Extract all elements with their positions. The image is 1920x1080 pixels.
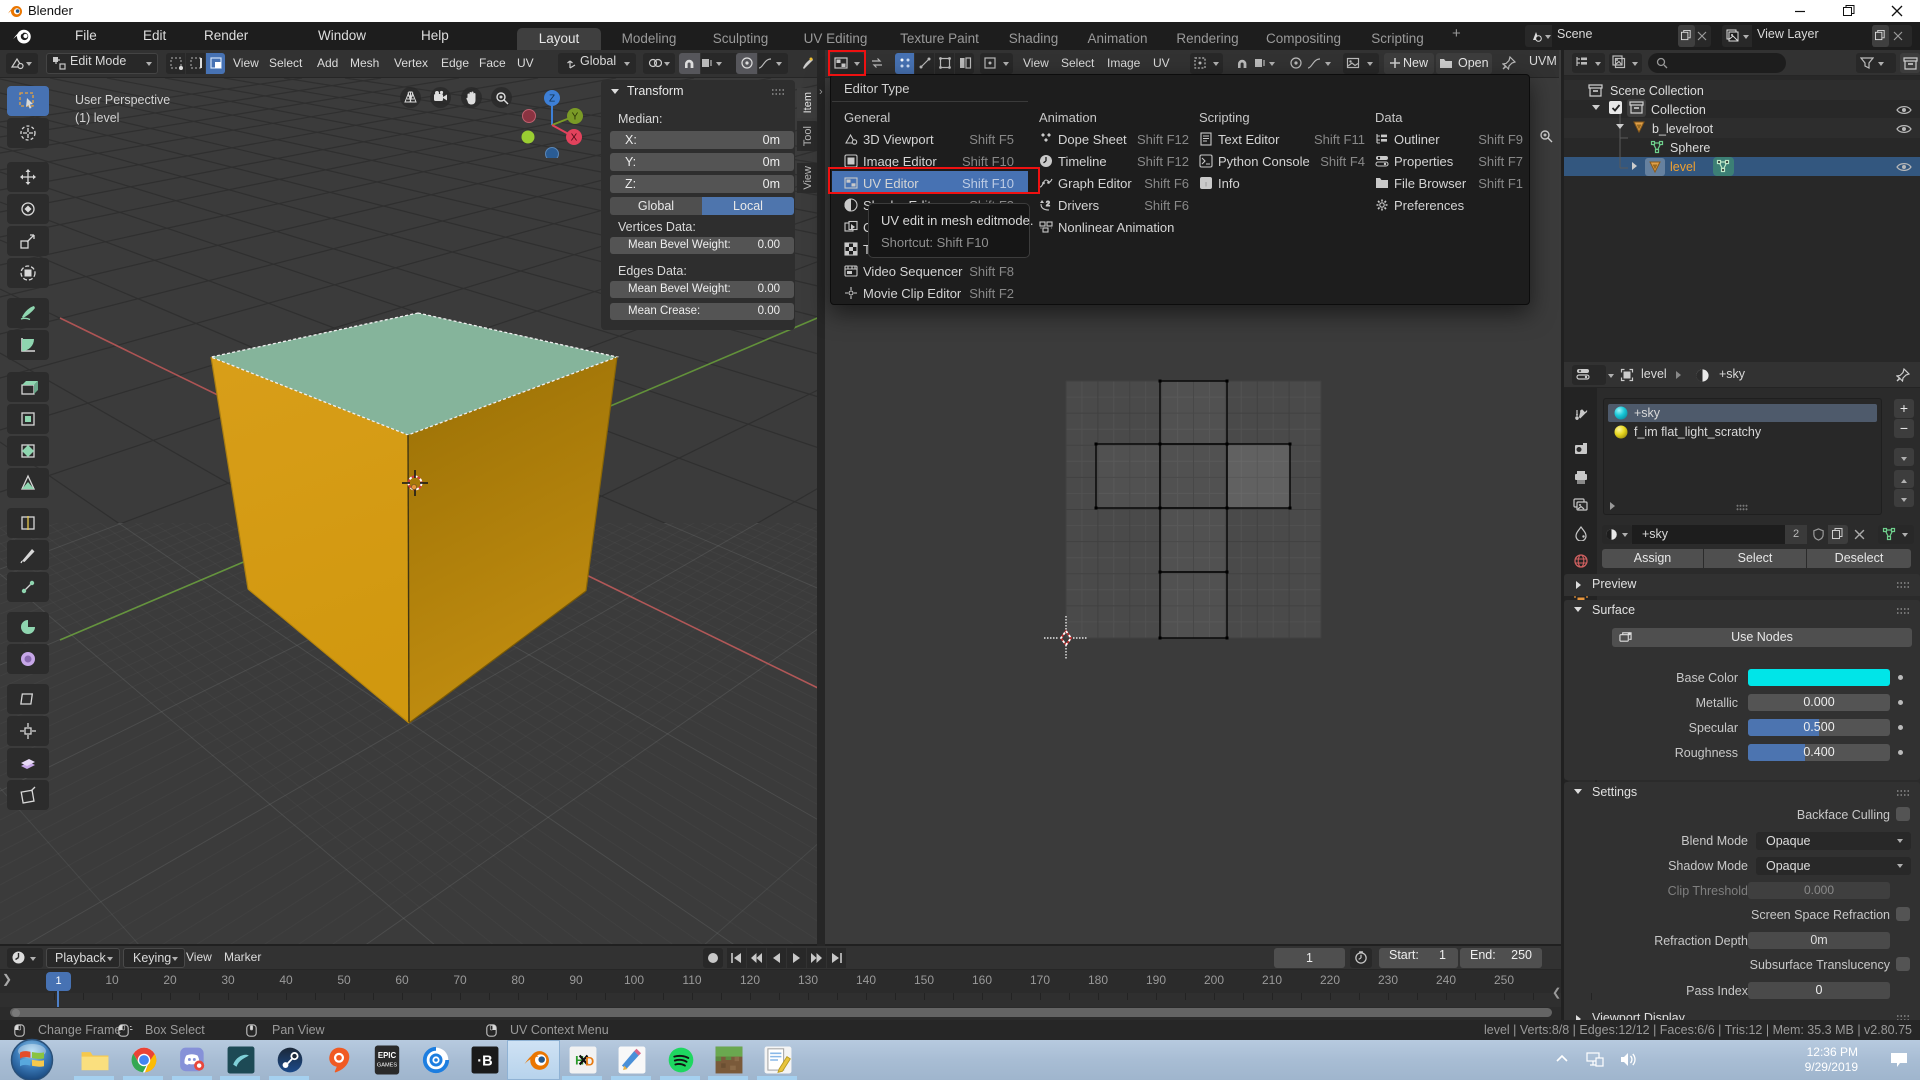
- svg-text:GAMES: GAMES: [377, 1063, 397, 1069]
- svg-text:Y: Y: [572, 112, 579, 123]
- svg-text:D: D: [585, 1055, 594, 1069]
- svg-text:i: i: [1205, 179, 1208, 190]
- svg-text:EPIC: EPIC: [378, 1051, 397, 1060]
- svg-text:·B: ·B: [477, 1054, 492, 1070]
- svg-text:X: X: [571, 133, 578, 144]
- svg-text:Z: Z: [549, 94, 555, 105]
